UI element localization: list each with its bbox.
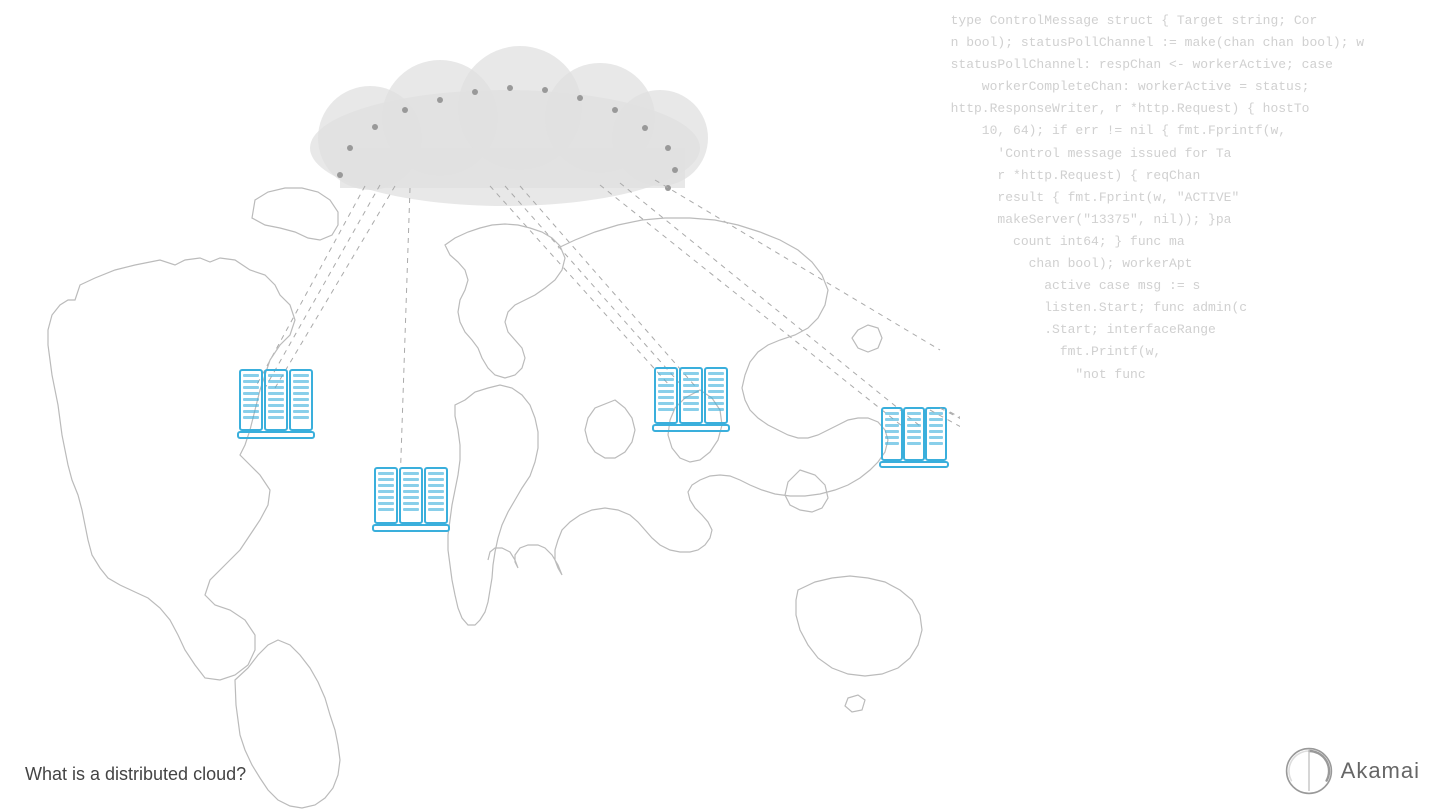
akamai-logo-icon [1285, 747, 1333, 795]
server-cluster-2 [373, 468, 449, 531]
code-background: type ControlMessage struct { Target stri… [920, 0, 1440, 810]
akamai-brand-name: Akamai [1341, 758, 1420, 784]
page-title: What is a distributed cloud? [25, 764, 246, 785]
cloud-shape [310, 46, 708, 206]
server-cluster-3 [653, 368, 729, 431]
akamai-logo: Akamai [1285, 747, 1420, 795]
server-cluster-1 [238, 370, 314, 438]
world-map [0, 0, 960, 810]
